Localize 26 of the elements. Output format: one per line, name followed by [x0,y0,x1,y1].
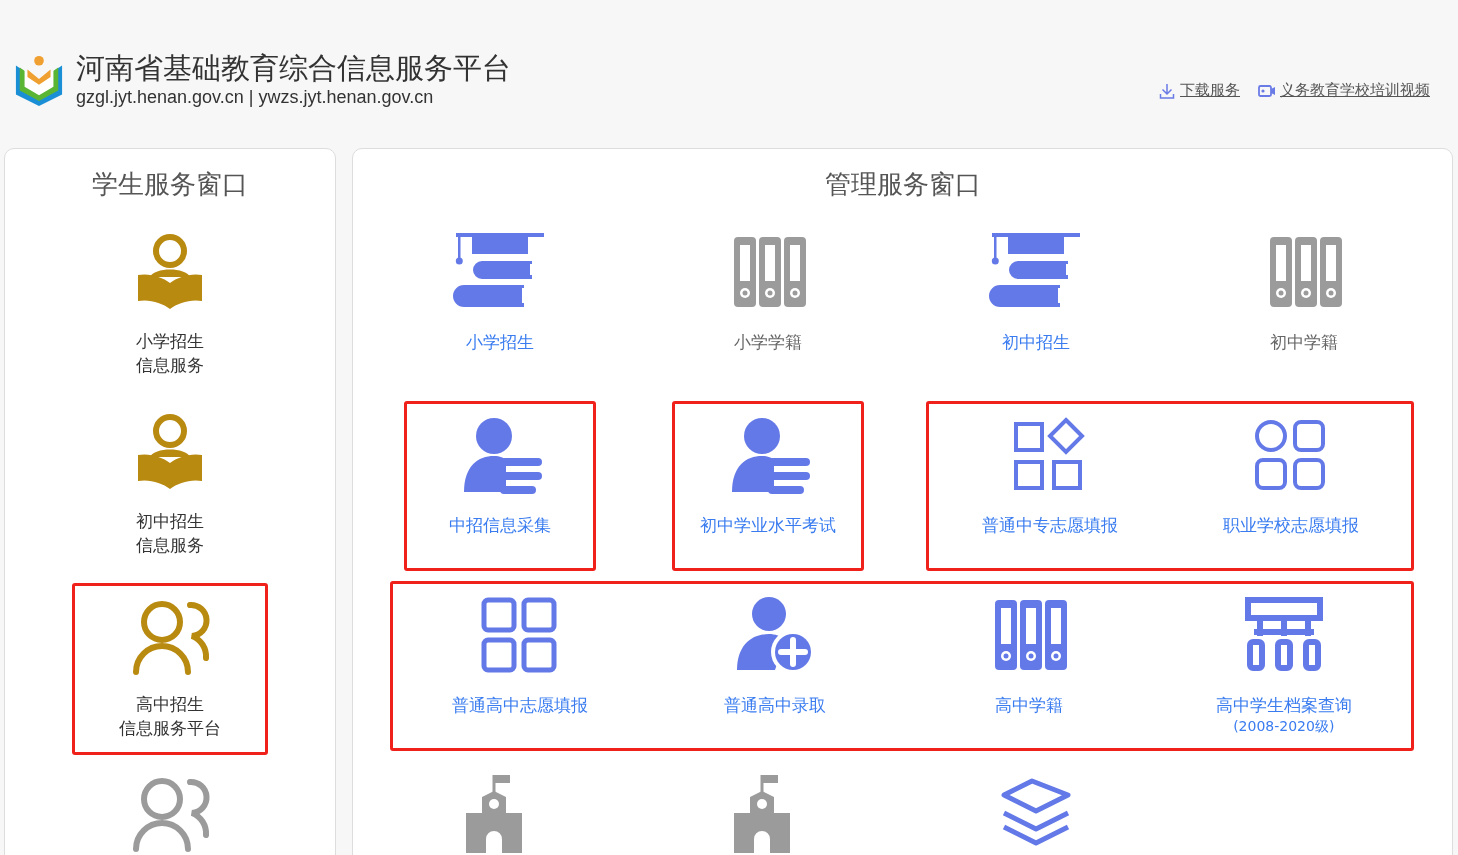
service-label[interactable]: 信息服务 [136,353,204,377]
download-icon [1158,82,1176,99]
panel-title: 学生服务窗口 [91,168,249,201]
service-label[interactable]: 小学学籍 [734,331,802,353]
service-label[interactable]: 普通高中志愿填报 [452,694,589,716]
site-title: 河南省基础教育综合信息服务平台 [76,50,511,86]
site-domains: gzgl.jyt.henan.gov.cn | ywzs.jyt.henan.gov.cn [76,86,435,108]
service-label[interactable]: 普通高中录取 [723,694,826,716]
service-label[interactable]: 初中招生 [1002,331,1070,353]
service-label[interactable]: 初中学业水平考试 [700,514,836,536]
service-label[interactable]: 信息服务平台 [119,716,221,740]
service-label[interactable]: 职业学校志愿填报 [1222,514,1359,536]
video-camera-icon [1258,82,1276,99]
service-note: (2008-2020级) [1233,717,1335,736]
header-link[interactable]: 下载服务 [1158,81,1240,100]
service-label[interactable]: 高中学生档案查询 [1215,694,1352,716]
service-label[interactable]: 中招信息采集 [449,514,551,536]
service-label[interactable]: 高中招生 [119,692,221,716]
service-label[interactable]: 初中学籍 [1270,331,1338,353]
service-label[interactable]: 小学招生 [136,329,204,353]
service-label[interactable]: 普通中专志愿填报 [981,514,1118,536]
service-label[interactable]: 小学招生 [466,331,534,353]
service-label[interactable]: 初中招生 [136,509,204,533]
service-label[interactable]: 高中学籍 [995,694,1064,716]
panel-title: 管理服务窗口 [823,168,982,201]
service-label[interactable]: 信息服务 [136,533,204,557]
